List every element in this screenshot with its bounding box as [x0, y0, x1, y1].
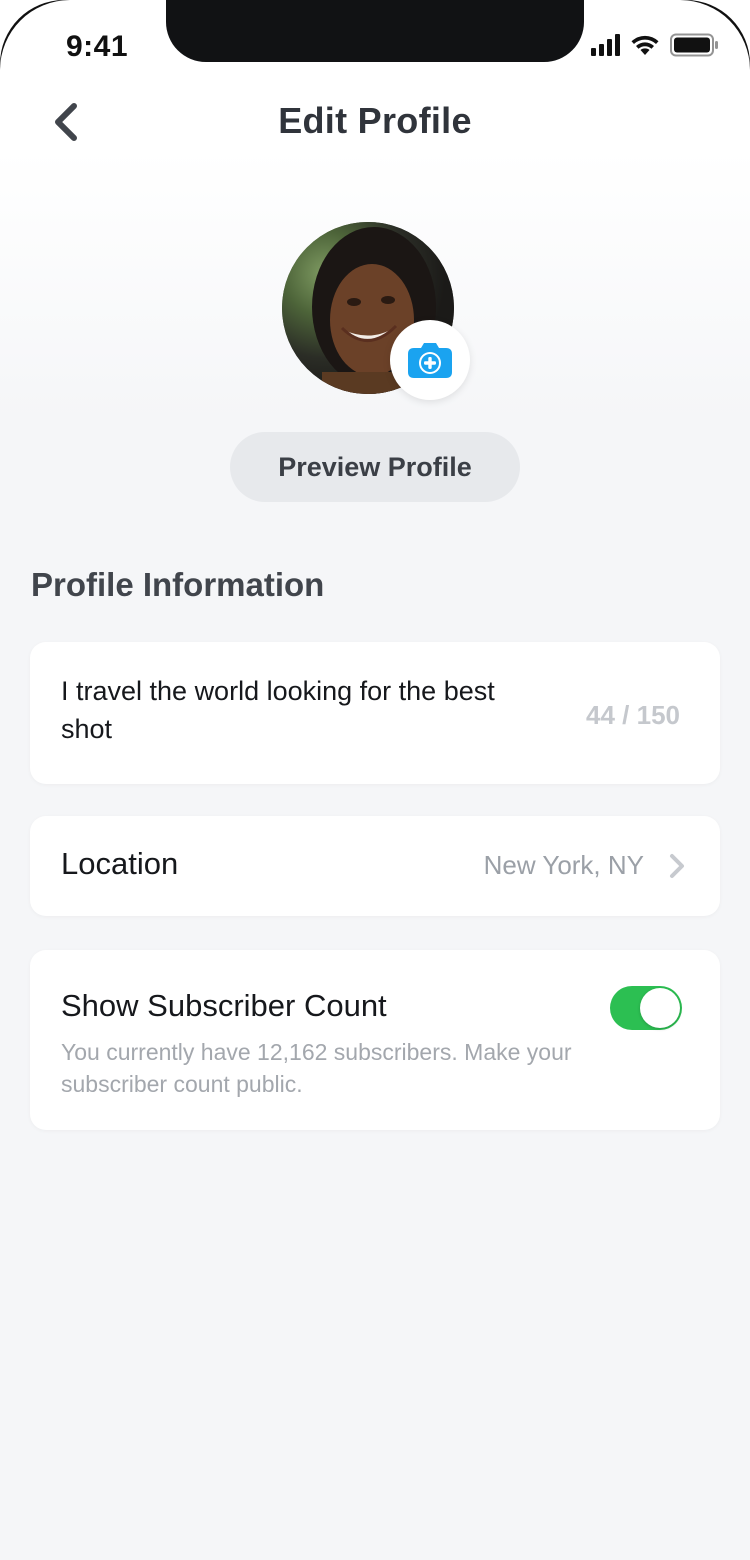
status-time: 9:41 — [66, 30, 129, 63]
bio-text[interactable]: I travel the world looking for the best … — [61, 672, 521, 748]
location-label: Location — [61, 846, 179, 881]
section-title-profile-information: Profile Information — [31, 566, 325, 603]
camera-add-icon — [408, 343, 452, 378]
phone-screen: 9:41 Edit Profile Preview Profile Profil… — [0, 0, 750, 1560]
avatar-container — [282, 222, 470, 400]
subscriber-count-label: Show Subscriber Count — [61, 988, 387, 1023]
wifi-icon — [631, 35, 659, 55]
page-title: Edit Profile — [278, 100, 472, 141]
toggle-knob — [640, 988, 680, 1028]
location-value: New York, NY — [483, 850, 644, 880]
camera-add-button[interactable] — [390, 320, 470, 400]
status-icons — [591, 33, 720, 57]
bio-field-card[interactable]: I travel the world looking for the best … — [30, 642, 720, 784]
navigation-bar: Edit Profile — [0, 90, 750, 160]
subscriber-count-card: Show Subscriber Count You currently have… — [30, 950, 720, 1130]
battery-icon — [670, 33, 718, 57]
cellular-signal-icon — [591, 34, 620, 56]
subscriber-count-description: You currently have 12,162 subscribers. M… — [61, 1039, 572, 1097]
chevron-right-icon — [670, 854, 684, 878]
location-row[interactable]: Location New York, NY — [30, 816, 720, 916]
device-corner-left — [0, 0, 140, 140]
subscriber-count-toggle[interactable] — [610, 986, 682, 1030]
preview-profile-button[interactable]: Preview Profile — [230, 432, 520, 502]
device-notch — [166, 0, 584, 62]
bio-character-counter: 44 / 150 — [586, 700, 680, 730]
